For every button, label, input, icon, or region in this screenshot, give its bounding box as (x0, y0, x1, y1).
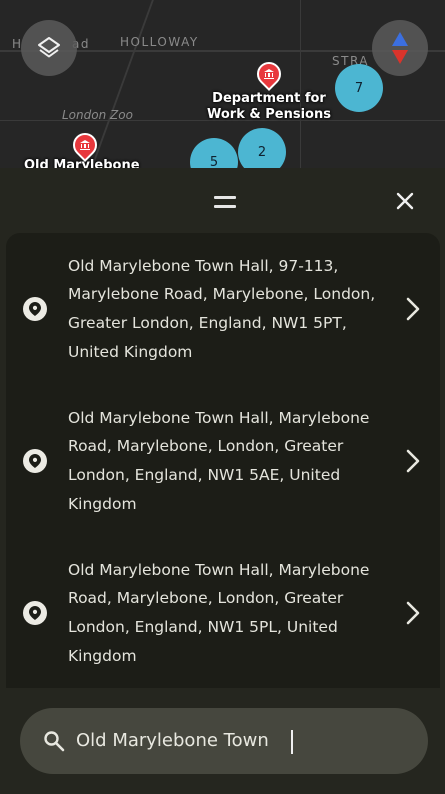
result-address-line: Road, Marylebone, London, Greater (68, 589, 344, 608)
search-input[interactable] (76, 726, 406, 756)
result-address-line: Old Marylebone Town Hall, 97-113, (68, 256, 339, 275)
cluster-marker[interactable]: 7 (335, 64, 383, 112)
layers-icon (38, 37, 60, 58)
result-item[interactable]: Old Marylebone Town Hall, 97-113, Maryle… (6, 233, 440, 385)
map-road (300, 0, 301, 175)
compass-icon (392, 32, 408, 64)
location-pin-icon (23, 601, 47, 625)
search-box[interactable] (20, 708, 428, 774)
result-address-line: Greater London, England, NW1 5PT, (68, 314, 347, 332)
building-icon (264, 69, 274, 79)
result-address-line: Road, Marylebone, London, Greater (68, 437, 344, 456)
chevron-right-icon[interactable] (403, 448, 423, 474)
poi-label-line: Department for (212, 91, 326, 106)
result-address-line: Kingdom (68, 646, 137, 665)
drag-handle-icon[interactable] (214, 196, 236, 208)
text-caret (291, 730, 293, 754)
location-pin-icon (23, 297, 47, 321)
results-sheet: Old Marylebone Town Hall, 97-113, Maryle… (0, 168, 445, 794)
poi-label-line: Work & Pensions (207, 107, 331, 122)
map-view[interactable]: H ad HOLLOWAY STRA London Zoo Old Maryle… (0, 0, 445, 175)
layers-button[interactable] (21, 20, 77, 76)
result-address-line: London, England, NW1 5AE, United (68, 466, 341, 484)
chevron-right-icon[interactable] (403, 600, 423, 626)
map-label-holloway: HOLLOWAY (120, 35, 199, 49)
results-list: Old Marylebone Town Hall, 97-113, Maryle… (6, 233, 440, 688)
compass-button[interactable] (372, 20, 428, 76)
building-icon (80, 140, 90, 150)
result-address-line: Old Marylebone Town Hall, Marylebone (68, 408, 370, 427)
chevron-right-icon[interactable] (403, 296, 423, 322)
map-label-zoo: London Zoo (62, 108, 133, 122)
result-address-line: United Kingdom (68, 342, 193, 361)
poi-marker[interactable] (252, 57, 286, 91)
result-address-line: Old Marylebone Town Hall, Marylebone (68, 560, 370, 579)
result-address-line: London, England, NW1 5PL, United (68, 618, 338, 636)
poi-marker[interactable] (68, 128, 102, 162)
result-address-line: Kingdom (68, 494, 137, 513)
sheet-header (0, 168, 445, 234)
location-pin-icon (23, 449, 47, 473)
search-area (0, 688, 445, 794)
poi-label-dwp: Department for Work & Pensions (205, 91, 333, 123)
map-road (88, 0, 154, 175)
close-button[interactable] (392, 188, 418, 214)
result-address: Old Marylebone Town Hall, 97-113, Maryle… (68, 252, 386, 367)
result-item[interactable]: Old Marylebone Town Hall, Marylebone Roa… (6, 537, 440, 688)
result-address-line: Marylebone Road, Marylebone, London, (68, 285, 376, 304)
close-icon (396, 192, 414, 210)
result-address: Old Marylebone Town Hall, Marylebone Roa… (68, 556, 386, 671)
search-icon (44, 731, 65, 752)
result-item[interactable]: Old Marylebone Town Hall, Marylebone Roa… (6, 385, 440, 537)
result-address: Old Marylebone Town Hall, Marylebone Roa… (68, 404, 386, 519)
